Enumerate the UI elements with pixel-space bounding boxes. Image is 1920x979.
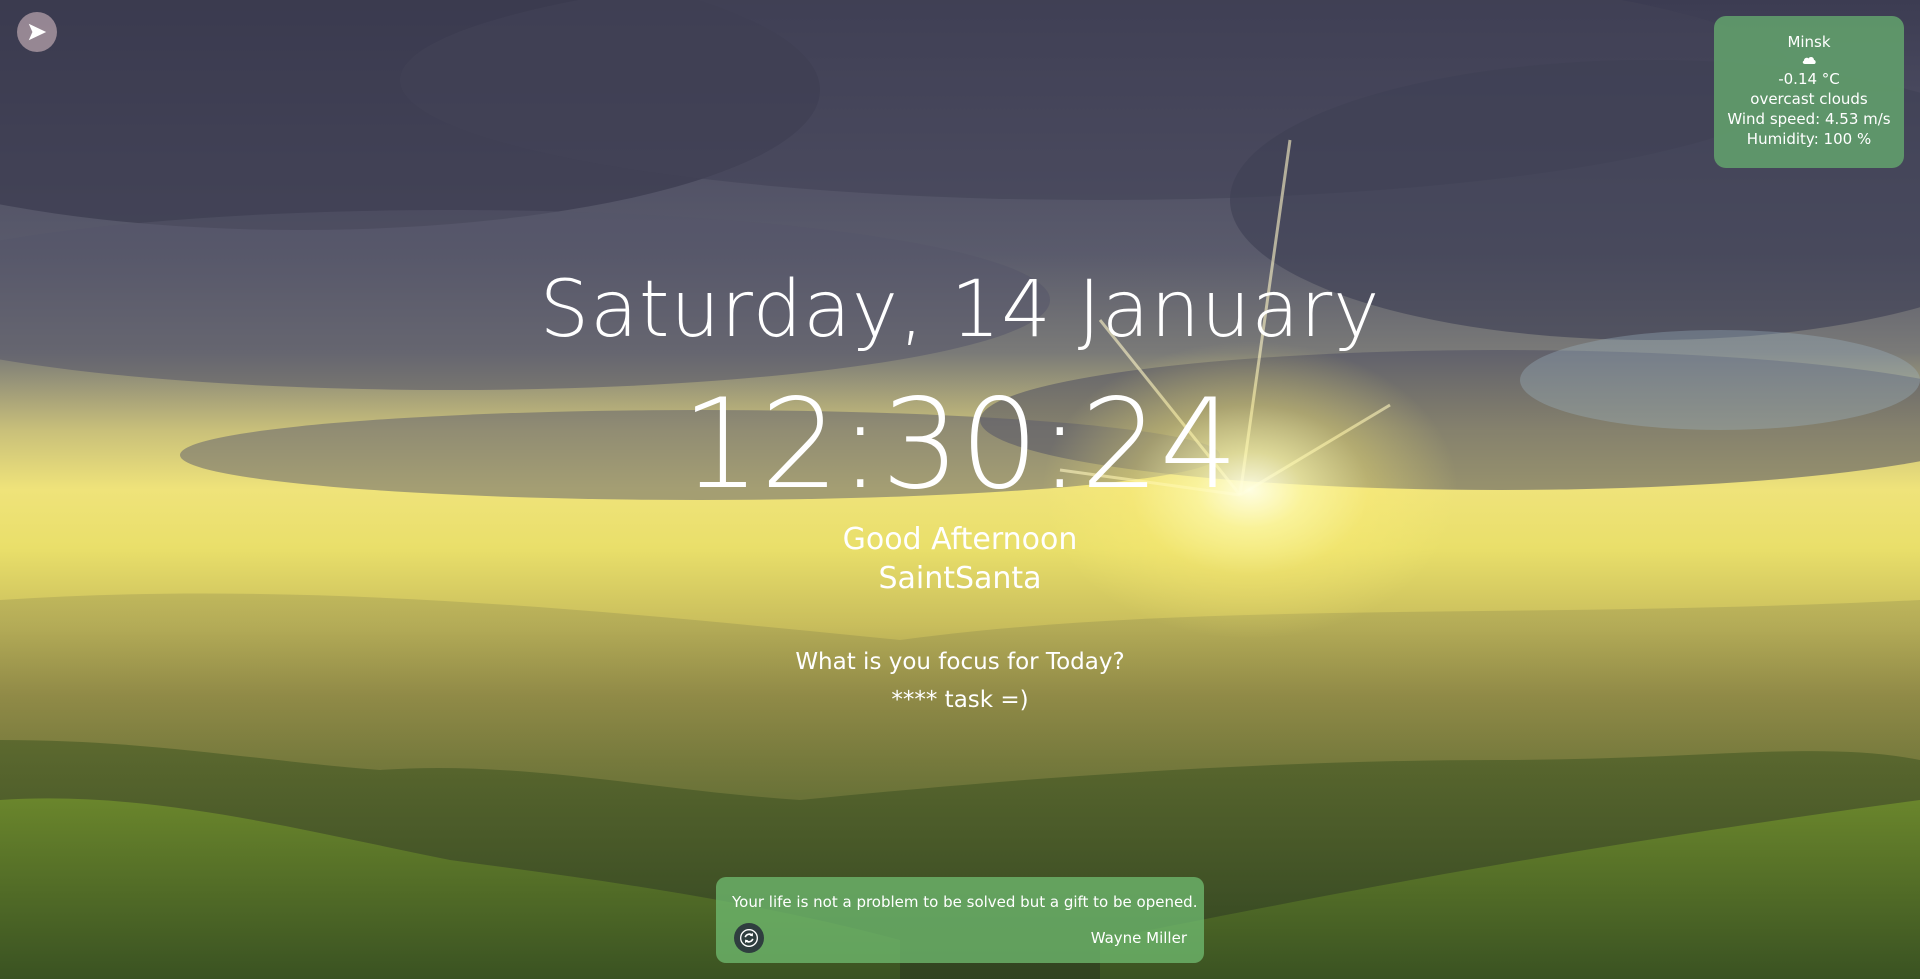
weather-temperature: -0.14 °C (1778, 70, 1840, 88)
weather-wind: Wind speed: 4.53 m/s (1727, 110, 1891, 128)
arrow-right-button[interactable] (17, 12, 57, 52)
weather-city[interactable]: Minsk (1714, 32, 1904, 52)
refresh-icon (740, 929, 758, 947)
focus-question: What is you focus for Today? (795, 649, 1125, 675)
focus-input[interactable]: **** task =) (0, 685, 1920, 715)
greeting-text: Good Afternoon (842, 522, 1078, 557)
weather-humidity: Humidity: 100 % (1746, 130, 1872, 148)
time-display: 12:30:24 (681, 373, 1239, 517)
weather-description: overcast clouds (1750, 90, 1868, 108)
quote-author: Wayne Miller (1090, 929, 1187, 947)
user-name-field[interactable]: SaintSanta (0, 559, 1920, 599)
background-scene: Minsk -0.14 °C overcast clouds Wind spee… (0, 0, 1920, 979)
weather-widget: Minsk -0.14 °C overcast clouds Wind spee… (1714, 16, 1904, 168)
date-display: Saturday, 14 January (539, 265, 1381, 355)
quote-widget: Your life is not a problem to be solved … (716, 877, 1204, 963)
cloud-icon (1714, 53, 1904, 65)
quote-text: Your life is not a problem to be solved … (732, 893, 1198, 911)
arrow-right-icon (28, 23, 47, 41)
refresh-quote-button[interactable] (734, 923, 764, 953)
